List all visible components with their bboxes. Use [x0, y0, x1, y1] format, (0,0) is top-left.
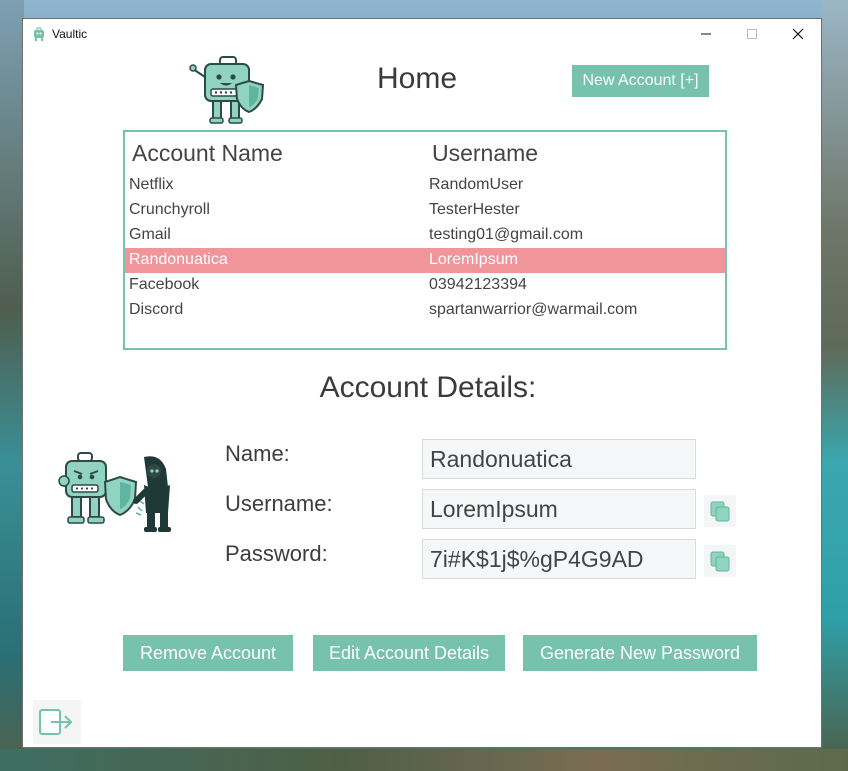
edit-account-button[interactable]: Edit Account Details — [313, 635, 505, 671]
password-field[interactable]: 7i#K$1j$%gP4G9AD — [422, 539, 696, 579]
minimize-button[interactable] — [683, 19, 729, 49]
username-cell: TesterHester — [429, 201, 520, 218]
vault-mascot-icon — [189, 56, 265, 124]
generate-password-button[interactable]: Generate New Password — [523, 635, 757, 671]
column-header-account-name: Account Name — [132, 140, 283, 166]
account-name-cell: Gmail — [129, 226, 171, 243]
account-name-cell: Facebook — [129, 276, 200, 293]
account-name-cell: Discord — [129, 301, 184, 318]
maximize-button[interactable] — [729, 19, 775, 49]
account-details-title: Account Details: — [319, 371, 537, 404]
username-cell: 03942123394 — [429, 276, 527, 293]
username-label: Username: — [225, 491, 333, 516]
password-label: Password: — [225, 541, 328, 566]
username-cell: testing01@gmail.com — [429, 226, 584, 243]
table-row[interactable]: Netflix RandomUser — [125, 173, 725, 198]
new-account-button[interactable]: New Account [+] — [572, 65, 709, 97]
maximize-icon — [747, 29, 757, 39]
logout-button[interactable] — [33, 700, 81, 744]
copy-icon — [710, 501, 730, 522]
copy-username-button[interactable] — [704, 495, 736, 527]
accounts-table: Account Name Username Netflix RandomUser C… — [123, 130, 727, 350]
name-label: Name: — [225, 441, 290, 466]
account-name-cell: Randonuatica — [129, 251, 228, 268]
app-window: Vaultic Home New Account [+] Account Nam… — [22, 18, 822, 748]
minimize-icon — [701, 33, 711, 35]
username-cell: RandomUser — [429, 176, 524, 193]
table-row[interactable]: Discord spartanwarrior@warmail.com — [125, 298, 725, 323]
title-bar[interactable]: Vaultic — [23, 19, 821, 49]
name-field[interactable]: Randonuatica — [422, 439, 696, 479]
table-row[interactable]: Crunchyroll TesterHester — [125, 198, 725, 223]
window-title: Vaultic — [52, 27, 88, 41]
page-title: Home — [376, 62, 458, 95]
app-logo-icon — [34, 27, 44, 41]
column-header-username: Username — [432, 140, 539, 166]
copy-icon — [710, 551, 730, 572]
table-row[interactable]: Gmail testing01@gmail.com — [125, 223, 725, 248]
close-icon — [792, 28, 804, 40]
username-cell: spartanwarrior@warmail.com — [429, 301, 638, 318]
security-mascot-icon — [58, 452, 171, 532]
username-cell: LoremIpsum — [429, 251, 518, 268]
username-field[interactable]: LoremIpsum — [422, 489, 696, 529]
account-name-cell: Netflix — [129, 176, 174, 193]
account-name-cell: Crunchyroll — [129, 201, 210, 218]
remove-account-button[interactable]: Remove Account — [123, 635, 293, 671]
close-button[interactable] — [775, 19, 821, 49]
table-row[interactable]: Randonuatica LoremIpsum — [125, 248, 725, 273]
copy-password-button[interactable] — [704, 545, 736, 577]
logout-icon — [39, 709, 73, 735]
table-row[interactable]: Facebook 03942123394 — [125, 273, 725, 298]
